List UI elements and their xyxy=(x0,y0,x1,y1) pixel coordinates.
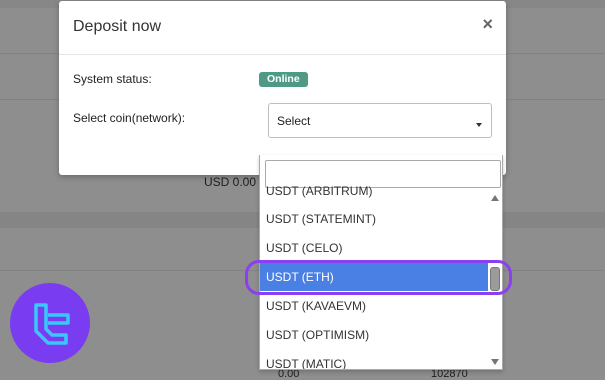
system-status-label: System status: xyxy=(73,72,152,86)
dropdown-item-usdt-statemint[interactable]: USDT (STATEMINT) xyxy=(260,205,488,233)
balance-text: USD 0.00 xyxy=(204,175,257,189)
brand-logo xyxy=(10,283,90,363)
dropdown-item-usdt-matic[interactable]: USDT (MATIC) xyxy=(260,350,488,369)
scroll-thumb[interactable] xyxy=(490,267,500,291)
scroll-up-icon[interactable] xyxy=(491,195,499,201)
select-value: Select xyxy=(277,114,311,128)
logo-mark-icon xyxy=(34,303,70,345)
dropdown-item-usdt-arbitrum[interactable]: USDT (ARBITRUM) xyxy=(260,184,488,205)
select-coin-label: Select coin(network): xyxy=(73,111,186,125)
coin-network-select[interactable]: Select xyxy=(268,103,492,138)
modal-header: Deposit now × xyxy=(59,1,506,55)
modal-title: Deposit now xyxy=(73,18,162,35)
coin-dropdown: USDT (ARBITRUM) USDT (STATEMINT) USDT (C… xyxy=(259,155,503,370)
status-badge: Online xyxy=(259,72,308,87)
dropdown-item-usdt-optimism[interactable]: USDT (OPTIMISM) xyxy=(260,321,488,349)
dropdown-item-usdt-kavaevm[interactable]: USDT (KAVAEVM) xyxy=(260,292,488,320)
deposit-modal: Deposit now × System status: Online Sele… xyxy=(59,1,506,175)
scroll-down-icon[interactable] xyxy=(491,359,499,365)
close-button[interactable]: × xyxy=(482,15,493,33)
dropdown-item-usdt-eth[interactable]: USDT (ETH) xyxy=(260,263,488,291)
dropdown-list: USDT (ARBITRUM) USDT (STATEMINT) USDT (C… xyxy=(260,184,488,369)
dropdown-item-usdt-celo[interactable]: USDT (CELO) xyxy=(260,234,488,262)
chevron-down-icon xyxy=(476,123,482,127)
dropdown-scrollbar[interactable] xyxy=(489,189,501,369)
